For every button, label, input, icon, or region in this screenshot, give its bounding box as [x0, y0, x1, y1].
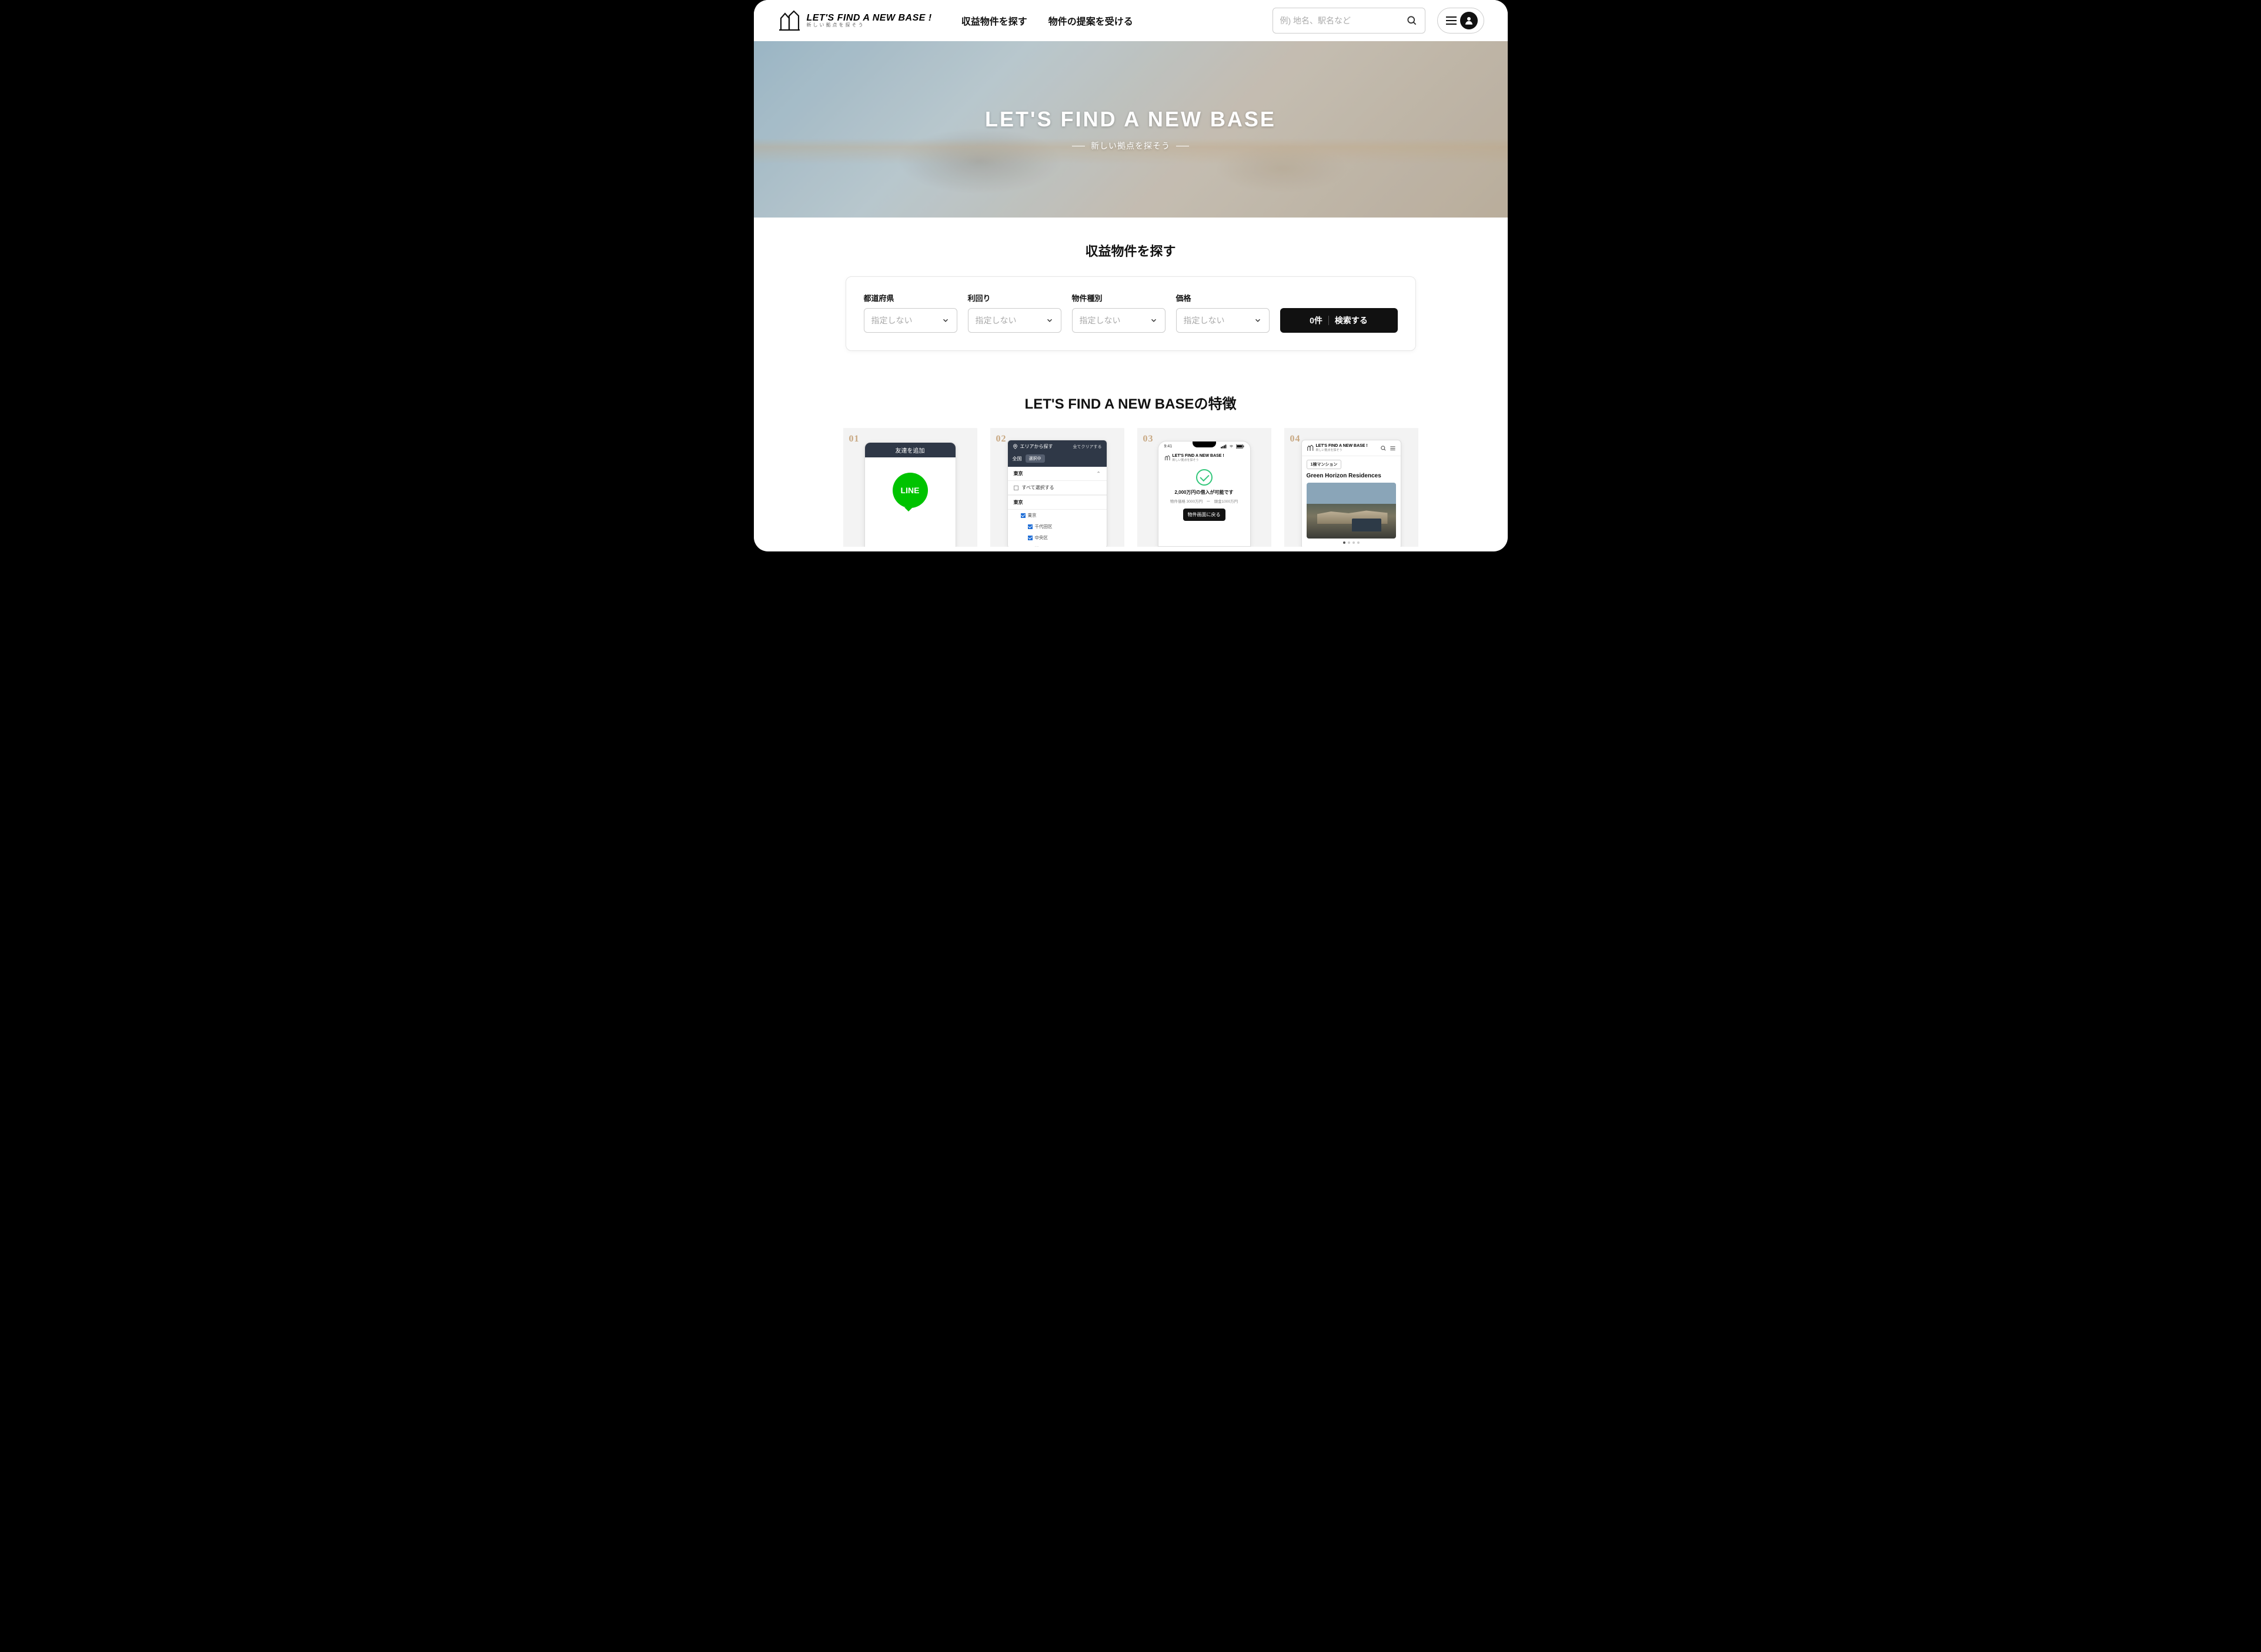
menu-icon — [1390, 445, 1396, 452]
select-price[interactable]: 指定しない — [1176, 308, 1270, 333]
select-property-type[interactable]: 指定しない — [1072, 308, 1165, 333]
main-nav: 収益物件を探す 物件の提案を受ける — [961, 14, 1133, 28]
feature-card-diagnosis: 03 9:41 LET'S FIND A N — [1137, 428, 1271, 551]
hero-subtitle: 新しい拠点を探そう — [1072, 140, 1189, 152]
feature-number: 01 — [849, 434, 860, 444]
filter-label: 利回り — [968, 292, 1061, 303]
feature-number: 04 — [1290, 434, 1301, 444]
select-prefecture[interactable]: 指定しない — [864, 308, 957, 333]
feature-image: 04 LET'S FIND A NEW BASE ! 新しい拠点を探そう — [1284, 428, 1418, 547]
chevron-down-icon — [1254, 316, 1262, 325]
search-input[interactable] — [1280, 16, 1406, 25]
filter-label: 都道府県 — [864, 292, 957, 303]
line-icon: LINE — [893, 473, 928, 508]
nav-search-properties[interactable]: 収益物件を探す — [961, 14, 1027, 28]
chevron-down-icon — [1150, 316, 1158, 325]
filter-label: 物件種別 — [1072, 292, 1165, 303]
search-icon[interactable] — [1406, 15, 1418, 26]
avatar-icon — [1460, 12, 1478, 29]
filter-label: 価格 — [1176, 292, 1270, 303]
features-grid: 01 友達を追加 LINE 気軽にLINE登録 02 エリアから探す 全 — [754, 428, 1508, 551]
logo[interactable]: LET'S FIND A NEW BASE ! 新しい拠点を探そう — [777, 9, 932, 32]
hero-section: LET'S FIND A NEW BASE 新しい拠点を探そう — [754, 41, 1508, 218]
account-menu-button[interactable] — [1437, 8, 1484, 34]
feature-image: 03 9:41 LET'S FIND A N — [1137, 428, 1271, 547]
chevron-down-icon — [941, 316, 950, 325]
search-button-label: 検索する — [1335, 315, 1368, 326]
chevron-down-icon — [1046, 316, 1054, 325]
features-title: LET'S FIND A NEW BASEの特徴 — [754, 392, 1508, 413]
search-section-title: 収益物件を探す — [754, 241, 1508, 260]
search-panel: 都道府県 指定しない 利回り 指定しない 物件種別 指定しない 価格 指定しない — [846, 276, 1416, 351]
search-count: 0件 — [1310, 315, 1322, 326]
battery-icon — [1236, 444, 1244, 449]
logo-icon — [777, 9, 801, 32]
hero-title: LET'S FIND A NEW BASE — [985, 107, 1276, 132]
mock-header: 友達を追加 — [865, 443, 956, 457]
logo-text-sub: 新しい拠点を探そう — [807, 23, 932, 28]
search-box[interactable] — [1273, 8, 1425, 34]
filter-yield: 利回り 指定しない — [968, 292, 1061, 333]
wifi-icon — [1228, 444, 1234, 449]
feature-image: 01 友達を追加 LINE — [843, 428, 977, 547]
signal-icon — [1221, 444, 1227, 449]
feature-card-search: 02 エリアから探す 全てクリアする 全国 選択中 東京⌃ すべて選択す — [990, 428, 1124, 551]
filter-property-type: 物件種別 指定しない — [1072, 292, 1165, 333]
site-header: LET'S FIND A NEW BASE ! 新しい拠点を探そう 収益物件を探… — [754, 0, 1508, 41]
feature-number: 02 — [996, 434, 1007, 444]
search-icon — [1380, 445, 1387, 452]
filter-prefecture: 都道府県 指定しない — [864, 292, 957, 333]
filter-price: 価格 指定しない — [1176, 292, 1270, 333]
search-section: 収益物件を探す 都道府県 指定しない 利回り 指定しない 物件種別 指定しない … — [754, 218, 1508, 380]
feature-number: 03 — [1143, 434, 1154, 444]
nav-get-proposals[interactable]: 物件の提案を受ける — [1048, 14, 1133, 28]
check-circle-icon — [1196, 469, 1213, 486]
feature-card-overseas: 04 LET'S FIND A NEW BASE ! 新しい拠点を探そう — [1284, 428, 1418, 551]
features-section: LET'S FIND A NEW BASEの特徴 01 友達を追加 LINE 気… — [754, 380, 1508, 551]
feature-card-line: 01 友達を追加 LINE 気軽にLINE登録 — [843, 428, 977, 551]
select-yield[interactable]: 指定しない — [968, 308, 1061, 333]
logo-text-main: LET'S FIND A NEW BASE ! — [807, 13, 932, 24]
hamburger-icon — [1446, 16, 1457, 25]
property-photo — [1307, 483, 1396, 539]
feature-image: 02 エリアから探す 全てクリアする 全国 選択中 東京⌃ すべて選択す — [990, 428, 1124, 547]
search-button[interactable]: 0件 検索する — [1280, 308, 1398, 333]
